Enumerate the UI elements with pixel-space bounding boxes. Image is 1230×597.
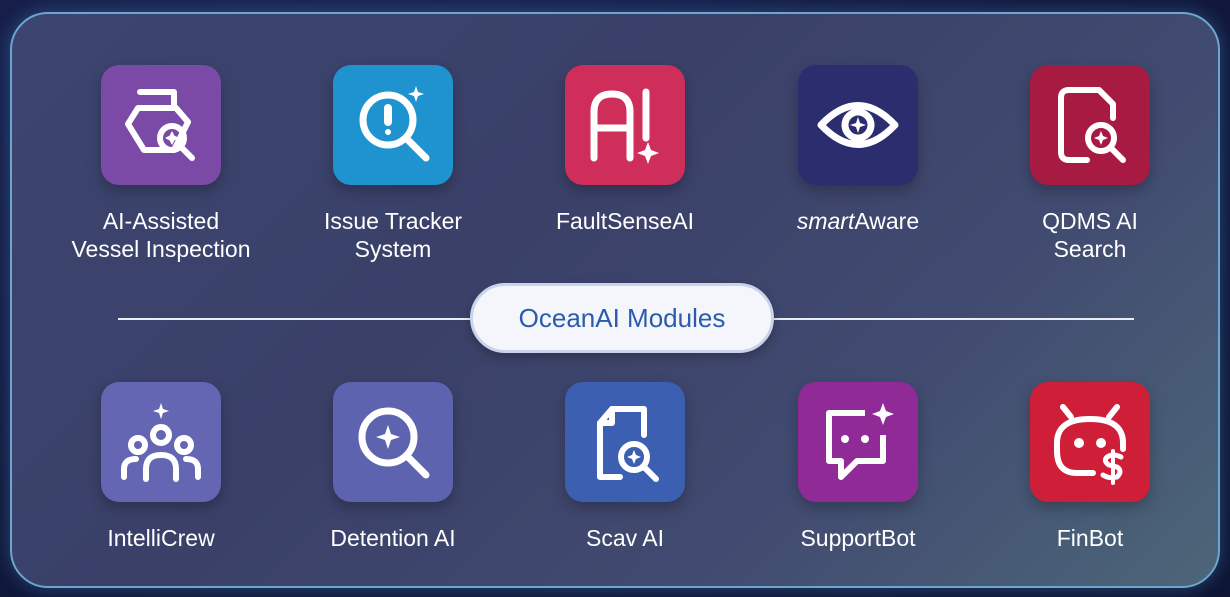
magnifier-sparkle-icon (333, 382, 453, 502)
module-label: FaultSenseAI (555, 208, 695, 234)
module-label: smartAware (796, 208, 920, 234)
module-intellicrew[interactable]: IntelliCrew (101, 382, 221, 552)
ai-alert-icon (565, 65, 685, 185)
section-title: OceanAI Modules (470, 283, 774, 353)
divider-right (772, 318, 1134, 320)
module-label: SupportBot (800, 525, 916, 551)
document-magnifier-icon (565, 382, 685, 502)
module-ai-assisted-vessel-inspection[interactable]: AI-Assisted Vessel Inspection (71, 65, 251, 263)
vessel-search-icon (101, 65, 221, 185)
module-issue-tracker-system[interactable]: Issue Tracker System (324, 65, 462, 263)
module-label: FinBot (1056, 525, 1124, 551)
module-faultsenseai[interactable]: FaultSenseAI (556, 65, 694, 235)
module-label: AI-Assisted Vessel Inspection (71, 208, 251, 262)
eye-icon (798, 65, 918, 185)
divider-left (118, 318, 473, 320)
chat-bubble-icon (798, 382, 918, 502)
module-detention-ai[interactable]: Detention AI (330, 382, 456, 552)
bot-dollar-icon (1030, 382, 1150, 502)
module-label: IntelliCrew (107, 525, 215, 551)
module-label: QDMS AI Search (1042, 208, 1138, 262)
module-label: Detention AI (330, 525, 456, 551)
module-qdms-ai-search[interactable]: QDMS AI Search (1030, 65, 1150, 263)
crew-group-icon (101, 382, 221, 502)
module-label: Issue Tracker System (323, 208, 463, 262)
module-smartaware[interactable]: smartAware (797, 65, 919, 235)
module-supportbot[interactable]: SupportBot (798, 382, 918, 552)
document-search-icon (1030, 65, 1150, 185)
module-finbot[interactable]: FinBot (1030, 382, 1150, 552)
issue-search-icon (333, 65, 453, 185)
module-scav-ai[interactable]: Scav AI (565, 382, 685, 552)
module-label: Scav AI (586, 525, 664, 551)
